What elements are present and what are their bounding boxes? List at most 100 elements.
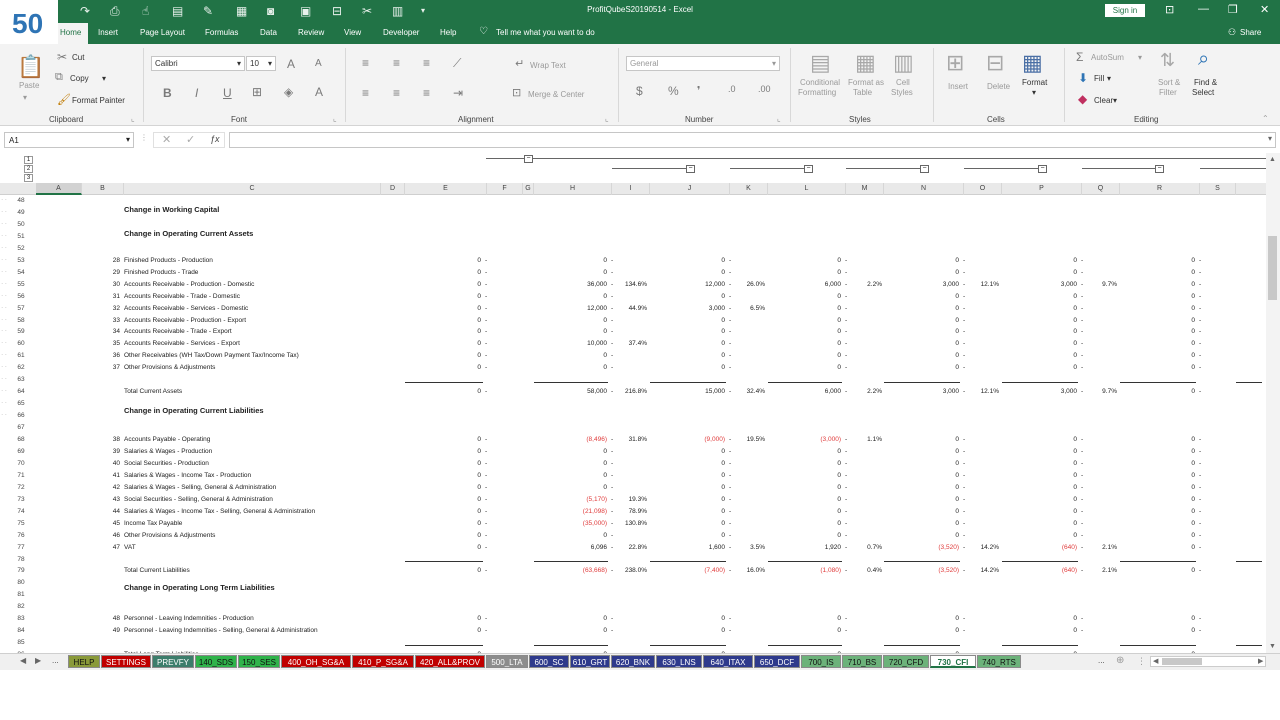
percent-cell: 2.2% <box>867 280 882 288</box>
account-code: 33 <box>112 316 120 324</box>
dash-cell: - <box>611 328 614 336</box>
percent-cell: 2.1% <box>1102 543 1117 551</box>
horizontal-scroll-thumb[interactable] <box>1162 658 1202 665</box>
sheet-tab[interactable]: 650_DCF <box>754 655 800 668</box>
value-cell: 0 <box>837 519 841 527</box>
sheet-tab[interactable]: SETTINGS <box>101 655 151 668</box>
dash-cell: - <box>1081 483 1084 491</box>
prev-sheet-icon[interactable]: ◀ <box>20 656 26 665</box>
percent-cell: 6.5% <box>750 304 765 312</box>
scroll-up-icon[interactable]: ▲ <box>1269 156 1276 163</box>
sheet-tab[interactable]: 140_SDS <box>195 655 237 668</box>
value-cell: 15,000 <box>705 388 725 396</box>
sheet-tab[interactable]: 640_ITAX <box>703 655 753 668</box>
dash-cell: - <box>963 364 966 372</box>
next-sheet-icon[interactable]: ▶ <box>35 656 41 665</box>
sheet-tab[interactable]: 720_CFD <box>883 655 929 668</box>
dash-cell: - <box>1081 268 1084 276</box>
value-cell: 6,000 <box>824 388 841 396</box>
scroll-left-icon[interactable]: ◀ <box>1153 657 1158 665</box>
row-label: Accounts Receivable - Trade - Export <box>124 328 232 336</box>
value-cell: 0 <box>1073 364 1077 372</box>
more-sheets-left[interactable]: ... <box>52 656 59 665</box>
value-cell: 0 <box>837 531 841 539</box>
value-cell: 1,920 <box>824 543 841 551</box>
dash-cell: - <box>845 340 848 348</box>
percent-cell: 216.8% <box>624 388 647 396</box>
vertical-scrollbar[interactable] <box>1266 153 1280 653</box>
value-cell: 0 <box>1073 483 1077 491</box>
sheet-tab[interactable]: 700_IS <box>801 655 841 668</box>
sheet-tab[interactable]: 610_GRT <box>570 655 610 668</box>
sheet-tab[interactable]: 150_SES <box>238 655 280 668</box>
account-code: 49 <box>112 627 120 635</box>
sheet-tab[interactable]: 600_SC <box>529 655 569 668</box>
dash-cell: - <box>729 340 732 348</box>
value-cell: 0 <box>1073 471 1077 479</box>
sheet-tab[interactable]: 730_CFI <box>930 655 976 668</box>
percent-cell: 0.4% <box>867 567 882 575</box>
total-border <box>650 561 726 563</box>
value-cell: 0 <box>477 256 481 264</box>
sheet-tab[interactable]: 620_BNK <box>611 655 655 668</box>
scroll-down-icon[interactable]: ▼ <box>1269 643 1276 650</box>
sheet-tab[interactable]: 630_LNS <box>656 655 702 668</box>
value-cell: 0 <box>721 507 725 515</box>
value-cell: 0 <box>721 447 725 455</box>
expand-formula-icon[interactable]: ▾ <box>1268 134 1272 143</box>
value-cell: 0 <box>837 268 841 276</box>
dash-cell: - <box>1081 519 1084 527</box>
value-cell: 0 <box>477 507 481 515</box>
dash-cell: - <box>611 447 614 455</box>
total-border <box>768 382 842 384</box>
value-cell: 0 <box>1073 352 1077 360</box>
sheet-tab[interactable]: 740_RTS <box>977 655 1021 668</box>
dash-cell: - <box>611 316 614 324</box>
dash-cell: - <box>1199 256 1202 264</box>
sheet-tab[interactable]: 410_P_SG&A <box>352 655 414 668</box>
section-title: Change in Working Capital <box>124 205 220 214</box>
add-sheet-icon[interactable]: ⊕ <box>1116 655 1124 666</box>
value-cell: 0 <box>955 627 959 635</box>
value-cell: 0 <box>603 256 607 264</box>
value-cell: 0 <box>1191 615 1195 623</box>
value-cell: (35,000) <box>582 519 607 527</box>
sheet-tab[interactable]: HELP <box>68 655 100 668</box>
value-cell: 0 <box>721 471 725 479</box>
value-cell: 0 <box>1073 495 1077 503</box>
dash-cell: - <box>1199 459 1202 467</box>
dash-cell: - <box>1199 447 1202 455</box>
vertical-scroll-thumb[interactable] <box>1268 236 1277 300</box>
value-cell: 0 <box>603 364 607 372</box>
worksheet-grid[interactable]: Change in Working Capital Change in Oper… <box>0 0 1266 658</box>
percent-cell: 22.8% <box>628 543 647 551</box>
value-cell: 0 <box>721 459 725 467</box>
more-sheets-right[interactable]: ... <box>1098 656 1105 665</box>
dash-cell: - <box>485 483 488 491</box>
sheet-tab[interactable]: 710_BS <box>842 655 882 668</box>
sheet-tab[interactable]: 420_ALL&PROV <box>415 655 485 668</box>
value-cell: 3,000 <box>1060 280 1077 288</box>
step-badge: 50 <box>0 0 58 44</box>
sheet-tab[interactable]: PREVFY <box>152 655 194 668</box>
sheet-tab[interactable]: 400_OH_SG&A <box>281 655 351 668</box>
tab-split-icon[interactable]: ⋮ <box>1137 656 1146 667</box>
total-border <box>884 382 960 384</box>
dash-cell: - <box>1081 447 1084 455</box>
dash-cell: - <box>963 615 966 623</box>
value-cell: 0 <box>955 304 959 312</box>
value-cell: (8,496) <box>586 436 607 443</box>
value-cell: 0 <box>955 352 959 360</box>
dash-cell: - <box>611 292 614 300</box>
scroll-right-icon[interactable]: ▶ <box>1258 657 1263 665</box>
value-cell: 0 <box>1073 256 1077 264</box>
value-cell: 0 <box>1191 292 1195 300</box>
value-cell: 0 <box>477 268 481 276</box>
dash-cell: - <box>1199 436 1202 443</box>
sheet-tab[interactable]: 500_LTA <box>486 655 528 668</box>
value-cell: 0 <box>477 459 481 467</box>
dash-cell: - <box>1199 280 1202 288</box>
dash-cell: - <box>485 519 488 527</box>
section-title: Change in Operating Current Assets <box>124 229 254 238</box>
dash-cell: - <box>1081 316 1084 324</box>
